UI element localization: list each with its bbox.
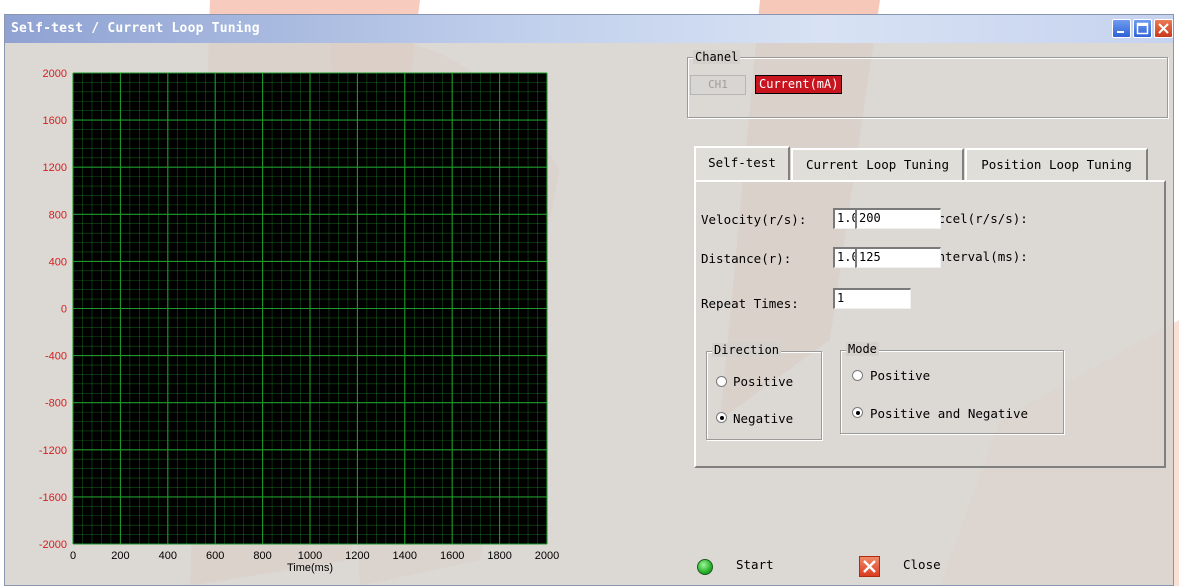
scope-chart: 2000160012008004000-400-800-1200-1600-20… — [39, 68, 559, 574]
mode-group: Mode — [840, 342, 1064, 434]
window-close-button[interactable] — [1154, 19, 1173, 38]
close-button[interactable]: Close — [903, 557, 941, 572]
direction-positive-radio[interactable] — [716, 376, 727, 387]
y-tick-label: 800 — [49, 209, 67, 221]
direction-negative-radio[interactable] — [716, 412, 727, 423]
x-tick-label: 1200 — [345, 550, 369, 562]
y-tick-label: 2000 — [43, 68, 67, 80]
direction-group: Direction — [706, 343, 822, 440]
y-tick-label: 400 — [49, 256, 67, 268]
y-tick-label: -800 — [45, 398, 67, 410]
mode-positive-and-negative-radio[interactable] — [852, 407, 863, 418]
interval-input[interactable]: 125 — [855, 247, 941, 268]
y-tick-label: -1200 — [39, 445, 67, 457]
start-button[interactable]: Start — [736, 557, 774, 572]
direction-negative-label[interactable]: Negative — [733, 411, 793, 426]
tab-self-test[interactable]: Self-test — [694, 146, 790, 181]
close-icon[interactable] — [859, 556, 880, 577]
repeat-times-label: Repeat Times: — [701, 296, 799, 311]
minimize-icon — [1117, 31, 1124, 33]
direction-positive-label[interactable]: Positive — [733, 374, 793, 389]
velocity-label: Velocity(r/s): — [701, 212, 807, 227]
y-tick-label: -400 — [45, 351, 67, 363]
x-tick-label: 2000 — [535, 550, 559, 562]
mode-group-label: Mode — [846, 342, 879, 356]
x-tick-label: 800 — [253, 550, 271, 562]
interval-label: Interval(ms): — [930, 249, 1028, 264]
mode-positive-radio[interactable] — [852, 370, 863, 381]
y-tick-label: 1600 — [43, 115, 67, 127]
x-tick-label: 1600 — [440, 550, 464, 562]
tab-current-loop-tuning[interactable]: Current Loop Tuning — [791, 148, 964, 181]
close-x-icon — [1158, 23, 1169, 34]
x-tick-label: 400 — [159, 550, 177, 562]
x-tick-label: 600 — [206, 550, 224, 562]
distance-label: Distance(r): — [701, 251, 792, 266]
x-tick-label: 200 — [111, 550, 129, 562]
accel-label: Accel(r/s/s): — [930, 211, 1028, 226]
start-icon[interactable] — [697, 559, 713, 575]
accel-input[interactable]: 200 — [855, 208, 941, 229]
y-tick-label: -2000 — [39, 539, 67, 551]
x-axis-label: Time(ms) — [287, 562, 333, 574]
ch1-button[interactable]: CH1 — [690, 75, 746, 95]
current-channel-label[interactable]: Current(mA) — [755, 75, 843, 94]
repeat-times-input[interactable]: 1 — [833, 288, 911, 309]
tab-position-loop-tuning[interactable]: Position Loop Tuning — [965, 148, 1148, 181]
mode-positive-and-negative-label[interactable]: Positive and Negative — [870, 406, 1028, 421]
channel-group-label: Chanel — [693, 50, 741, 64]
x-tick-label: 1000 — [298, 550, 322, 562]
x-tick-label: 0 — [70, 550, 76, 562]
mode-positive-label[interactable]: Positive — [870, 368, 930, 383]
minimize-button[interactable] — [1112, 19, 1131, 38]
y-tick-label: -1600 — [39, 492, 67, 504]
maximize-button[interactable] — [1133, 19, 1152, 38]
x-tick-label: 1400 — [393, 550, 417, 562]
direction-group-label: Direction — [712, 343, 782, 357]
y-tick-label: 0 — [61, 304, 67, 316]
x-tick-label: 1800 — [487, 550, 511, 562]
y-tick-label: 1200 — [43, 162, 67, 174]
maximize-icon — [1136, 22, 1149, 35]
